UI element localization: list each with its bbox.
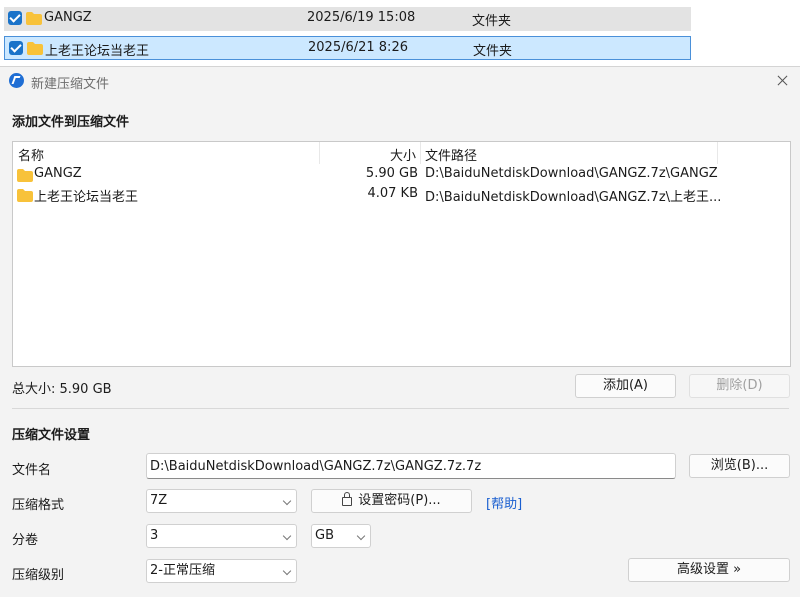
format-label: 压缩格式 xyxy=(12,498,65,513)
column-header-path[interactable]: 文件路径 xyxy=(425,145,477,164)
file-size: 4.07 KB xyxy=(367,186,418,201)
explorer-row-date: 2025/6/19 15:08 xyxy=(307,10,416,25)
dialog-titlebar[interactable]: 新建压缩文件 xyxy=(0,67,800,95)
column-header-size[interactable]: 大小 xyxy=(390,145,416,164)
lock-icon xyxy=(342,492,353,506)
chevron-down-icon xyxy=(356,531,366,541)
total-size-label: 总大小: 5.90 GB xyxy=(12,382,112,397)
set-password-label: 设置密码(P)... xyxy=(358,493,441,508)
app-icon xyxy=(9,73,24,88)
filename-input[interactable] xyxy=(146,453,676,479)
file-path: D:\BaiduNetdiskDownload\GANGZ.7z\上老王... xyxy=(425,190,722,205)
browse-button[interactable]: 浏览(B)... xyxy=(689,454,790,478)
volume-unit-select[interactable]: GB xyxy=(311,524,371,548)
help-link[interactable]: [帮助] xyxy=(486,493,522,512)
column-divider[interactable] xyxy=(319,142,320,164)
explorer-row-type: 文件夹 xyxy=(473,44,513,59)
chevron-down-icon xyxy=(282,531,292,541)
explorer-row-type: 文件夹 xyxy=(472,14,512,29)
folder-icon xyxy=(26,12,42,25)
dialog-title: 新建压缩文件 xyxy=(31,77,110,92)
file-path: D:\BaiduNetdiskDownload\GANGZ.7z\GANGZ xyxy=(425,166,718,181)
explorer-row-name: 上老王论坛当老王 xyxy=(45,44,150,59)
filename-label: 文件名 xyxy=(12,463,52,478)
checkbox-checked-icon[interactable] xyxy=(8,11,22,25)
format-select-value: 7Z xyxy=(150,493,168,508)
delete-button[interactable]: 删除(D) xyxy=(689,374,790,398)
volume-label: 分卷 xyxy=(12,533,39,548)
format-select[interactable]: 7Z xyxy=(146,489,297,513)
explorer-row[interactable]: 上老王论坛当老王 2025/6/21 8:26 文件夹 xyxy=(4,36,691,60)
column-header-name[interactable]: 名称 xyxy=(18,145,44,164)
volume-size-combo[interactable]: 3 xyxy=(146,524,297,548)
section-divider xyxy=(12,408,789,409)
folder-icon xyxy=(27,42,43,55)
compression-level-value: 2-正常压缩 xyxy=(150,563,215,578)
list-item[interactable]: 上老王论坛当老王 4.07 KB D:\BaiduNetdiskDownload… xyxy=(13,184,790,205)
folder-icon xyxy=(17,169,33,182)
file-list-header: 名称 大小 文件路径 xyxy=(13,142,790,164)
volume-size-value: 3 xyxy=(150,528,159,543)
compression-level-select[interactable]: 2-正常压缩 xyxy=(146,559,297,583)
checkbox-checked-icon[interactable] xyxy=(9,41,23,55)
file-name: 上老王论坛当老王 xyxy=(34,190,139,205)
new-archive-dialog: 新建压缩文件 添加文件到压缩文件 名称 大小 文件路径 GANGZ 5.90 G… xyxy=(0,66,800,597)
column-divider[interactable] xyxy=(420,142,421,164)
file-size: 5.90 GB xyxy=(365,166,418,181)
file-list[interactable]: 名称 大小 文件路径 GANGZ 5.90 GB D:\BaiduNetdisk… xyxy=(12,141,791,367)
set-password-button[interactable]: 设置密码(P)... xyxy=(311,489,472,513)
file-name: GANGZ xyxy=(34,166,82,181)
add-files-section-title: 添加文件到压缩文件 xyxy=(12,115,130,130)
explorer-row-date: 2025/6/21 8:26 xyxy=(308,40,408,55)
explorer-row[interactable]: GANGZ 2025/6/19 15:08 文件夹 xyxy=(4,7,691,31)
explorer-row-name: GANGZ xyxy=(44,10,92,25)
list-item[interactable]: GANGZ 5.90 GB D:\BaiduNetdiskDownload\GA… xyxy=(13,164,790,184)
add-button[interactable]: 添加(A) xyxy=(575,374,676,398)
chevron-down-icon xyxy=(282,496,292,506)
volume-unit-value: GB xyxy=(315,528,334,543)
compression-level-label: 压缩级别 xyxy=(12,568,65,583)
column-divider[interactable] xyxy=(717,142,718,164)
file-explorer-background: GANGZ 2025/6/19 15:08 文件夹 上老王论坛当老王 2025/… xyxy=(0,0,800,66)
folder-icon xyxy=(17,189,33,202)
chevron-down-icon xyxy=(282,566,292,576)
archive-settings-section-title: 压缩文件设置 xyxy=(12,428,91,443)
advanced-settings-button[interactable]: 高级设置 » xyxy=(628,558,790,582)
close-icon[interactable] xyxy=(772,71,794,91)
